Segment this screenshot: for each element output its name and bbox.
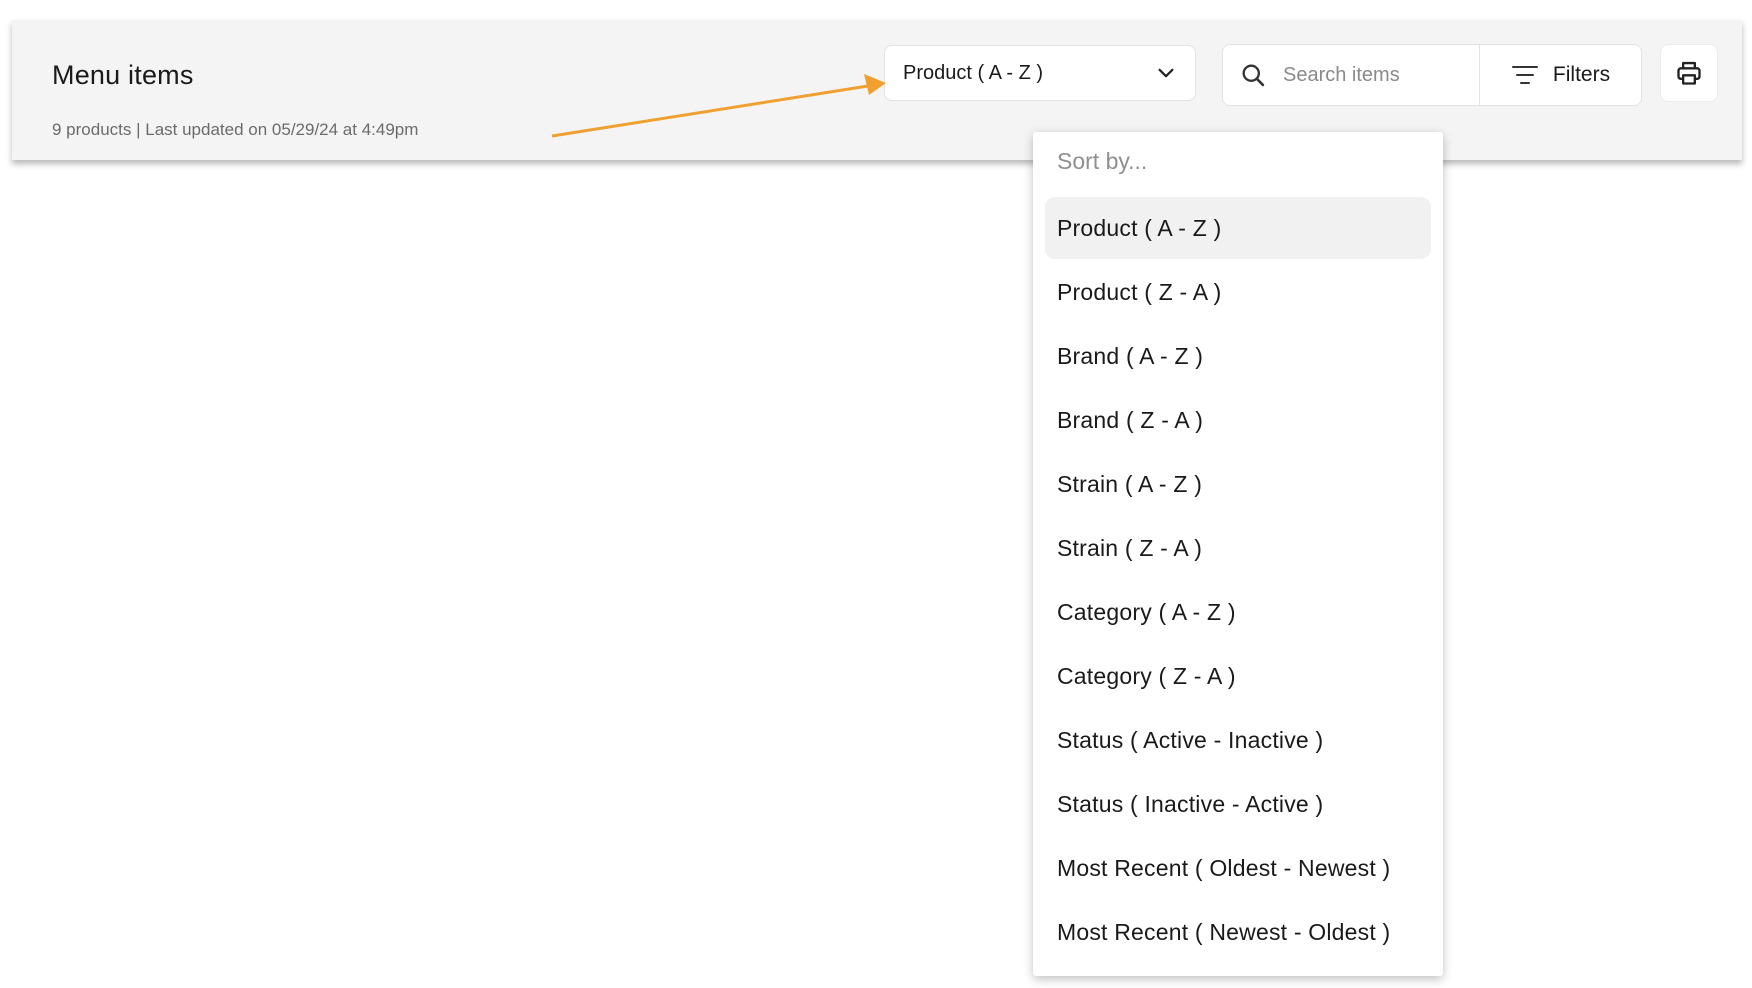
print-button[interactable]: [1660, 44, 1718, 102]
sort-option-brand-a-z[interactable]: Brand ( A - Z ): [1045, 325, 1431, 387]
print-icon: [1677, 61, 1701, 85]
filters-label: Filters: [1552, 63, 1611, 86]
sort-option-product-z-a[interactable]: Product ( Z - A ): [1045, 261, 1431, 323]
sort-option-product-a-z[interactable]: Product ( A - Z ): [1045, 197, 1431, 259]
sort-option-category-z-a[interactable]: Category ( Z - A ): [1045, 645, 1431, 707]
sort-option-category-a-z[interactable]: Category ( A - Z ): [1045, 581, 1431, 643]
sort-dropdown-menu: Sort by... Product ( A - Z ) Product ( Z…: [1033, 132, 1443, 976]
filters-button[interactable]: Filters: [1480, 45, 1641, 105]
sort-select-value: Product ( A - Z ): [903, 61, 1044, 84]
page-title: Menu items: [52, 60, 194, 90]
search-input[interactable]: [1283, 63, 1463, 87]
sort-select[interactable]: Product ( A - Z ): [884, 45, 1196, 101]
chevron-down-icon: [1158, 68, 1174, 78]
search-area[interactable]: [1223, 45, 1480, 105]
sort-option-status-inactive-active[interactable]: Status ( Inactive - Active ): [1045, 773, 1431, 835]
search-filter-group: Filters: [1222, 44, 1642, 106]
sort-option-recent-newest-oldest[interactable]: Most Recent ( Newest - Oldest ): [1045, 901, 1431, 963]
page-subtitle: 9 products | Last updated on 05/29/24 at…: [52, 120, 419, 139]
page: Menu items 9 products | Last updated on …: [0, 0, 1752, 988]
sort-option-strain-a-z[interactable]: Strain ( A - Z ): [1045, 453, 1431, 515]
header-bar: Menu items 9 products | Last updated on …: [12, 20, 1742, 160]
sort-options-list: Product ( A - Z ) Product ( Z - A ) Bran…: [1045, 197, 1431, 965]
search-icon: [1242, 64, 1265, 87]
sort-option-brand-z-a[interactable]: Brand ( Z - A ): [1045, 389, 1431, 451]
sort-option-status-active-inactive[interactable]: Status ( Active - Inactive ): [1045, 709, 1431, 771]
dropdown-header: Sort by...: [1057, 148, 1148, 174]
filter-icon: [1511, 66, 1538, 84]
sort-option-recent-oldest-newest[interactable]: Most Recent ( Oldest - Newest ): [1045, 837, 1431, 899]
sort-option-strain-z-a[interactable]: Strain ( Z - A ): [1045, 517, 1431, 579]
